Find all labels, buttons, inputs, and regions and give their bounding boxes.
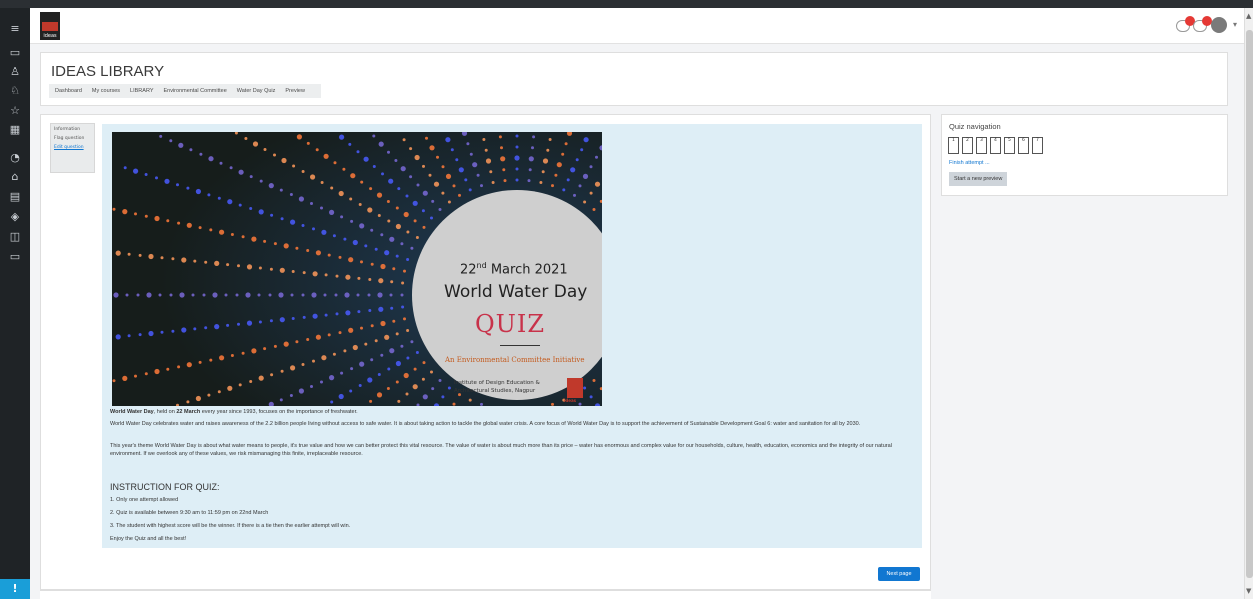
edit-question-link[interactable]: Edit question — [54, 145, 91, 151]
page-scrollbar[interactable]: ▲ ▼ — [1244, 8, 1253, 599]
question-button[interactable]: 2 — [962, 137, 973, 154]
poster-logo-text: ideas — [564, 398, 577, 403]
breadcrumb-dashboard[interactable]: Dashboard — [55, 88, 82, 94]
grid-icon[interactable]: ▦ — [7, 123, 23, 137]
quiz-navigation-panel: Quiz navigation 1 2 3 4 5 6 7 Finish att… — [941, 114, 1228, 196]
poster-quiz-word: QUIZ — [475, 310, 546, 338]
poster-initiative: An Environmental Committee Initiative — [445, 356, 585, 364]
breadcrumb-water-day-quiz[interactable]: Water Day Quiz — [237, 88, 276, 94]
notifications-icon[interactable] — [1176, 16, 1195, 32]
poster-date: 22nd March 2021 — [460, 261, 568, 278]
question-content: 22nd March 2021 World Water Day QUIZ An … — [102, 124, 922, 548]
menu-icon[interactable]: ≡ — [7, 22, 23, 36]
question-info-box: Information Flag question Edit question — [50, 123, 95, 173]
question-number: 1 — [952, 138, 955, 143]
theme-paragraph: This year's theme World Water Day is abo… — [110, 443, 892, 457]
breadcrumb-preview[interactable]: Preview — [285, 88, 305, 94]
question-button[interactable]: 5 — [1004, 137, 1015, 154]
instruction-item: 1. Only one attempt allowed — [110, 497, 179, 503]
question-button[interactable]: 7 — [1032, 137, 1043, 154]
calendar-icon[interactable]: ▤ — [7, 190, 23, 204]
question-info-title: Information — [54, 127, 81, 132]
user-avatar[interactable] — [1211, 17, 1227, 33]
poster-logo — [567, 378, 583, 398]
poster-divider — [500, 345, 540, 346]
star-icon[interactable]: ☆ — [7, 104, 23, 118]
top-navbar: ideas ▾ — [30, 8, 1244, 44]
page-header: IDEAS LIBRARY Dashboard My courses LIBRA… — [40, 52, 1228, 106]
question-number: 5 — [1008, 138, 1011, 143]
flag-question-link[interactable]: Flag question — [54, 136, 91, 142]
badge-icon[interactable]: ♙ — [7, 65, 23, 79]
question-number: 7 — [1036, 138, 1039, 143]
instructions-heading: INSTRUCTION FOR QUIZ: — [110, 482, 220, 492]
question-number: 3 — [980, 138, 983, 143]
poster-title: World Water Day — [444, 282, 588, 302]
logo-text: ideas — [43, 33, 57, 39]
intro-paragraph: World Water Day, held on 22 March every … — [110, 409, 358, 415]
start-new-preview-button[interactable]: Start a new preview — [949, 172, 1008, 186]
question-number: 4 — [994, 138, 997, 143]
question-button[interactable]: 4 — [990, 137, 1001, 154]
poster-institute-line1: Institute of Design Education & — [454, 380, 540, 386]
question-buttons: 1 2 3 4 5 6 7 — [948, 137, 1046, 154]
scroll-up-icon[interactable]: ▲ — [1246, 12, 1251, 20]
instruction-item: 2. Quiz is available between 9:30 am to … — [110, 510, 269, 516]
next-page-button[interactable]: Next page — [878, 567, 920, 581]
dashboard-icon[interactable]: ◔ — [7, 151, 23, 165]
messages-icon[interactable] — [1193, 16, 1212, 32]
logo-mark — [42, 22, 58, 31]
page-title: IDEAS LIBRARY — [51, 63, 165, 80]
instruction-item: Enjoy the Quiz and all the best! — [110, 536, 187, 542]
quiz-navigation-title: Quiz navigation — [949, 122, 1001, 131]
scrollbar-thumb[interactable] — [1246, 30, 1253, 578]
description-paragraph: World Water Day celebrates water and rai… — [110, 421, 861, 427]
top-strip — [0, 0, 1253, 8]
left-sidebar: ≡ ▭ ♙ ♘ ☆ ▦ ◔ ⌂ ▤ ◈ ◫ ▭ ! — [0, 8, 30, 599]
scroll-down-icon[interactable]: ▼ — [1246, 587, 1251, 595]
collection-icon[interactable]: ♘ — [7, 84, 23, 98]
box-icon[interactable]: ▭ — [7, 250, 23, 264]
question-number: 6 — [1022, 138, 1025, 143]
graduation-cap-icon[interactable]: ◈ — [7, 210, 23, 224]
breadcrumb-library[interactable]: LIBRARY — [130, 88, 153, 94]
quiz-main-card: Information Flag question Edit question … — [40, 114, 931, 590]
site-logo[interactable]: ideas — [40, 12, 60, 40]
next-section-edge — [40, 590, 931, 599]
folder-icon[interactable]: ▭ — [7, 46, 23, 60]
question-button[interactable]: 1 — [948, 137, 959, 154]
breadcrumb: Dashboard My courses LIBRARY Environment… — [49, 84, 321, 98]
poster-institute-line2: Architectural Studies, Nagpur — [454, 388, 536, 394]
instruction-item: 3. The student with highest score will b… — [110, 523, 351, 529]
question-button[interactable]: 3 — [976, 137, 987, 154]
world-water-day-poster: 22nd March 2021 World Water Day QUIZ An … — [112, 132, 602, 406]
question-button[interactable]: 6 — [1018, 137, 1029, 154]
breadcrumb-environmental-committee[interactable]: Environmental Committee — [163, 88, 226, 94]
help-icon[interactable]: ! — [0, 579, 30, 599]
files-icon[interactable]: ◫ — [7, 230, 23, 244]
question-number: 2 — [966, 138, 969, 143]
chevron-down-icon[interactable]: ▾ — [1233, 20, 1237, 29]
home-icon[interactable]: ⌂ — [7, 170, 23, 184]
finish-attempt-link[interactable]: Finish attempt ... — [949, 160, 990, 166]
breadcrumb-my-courses[interactable]: My courses — [92, 88, 120, 94]
